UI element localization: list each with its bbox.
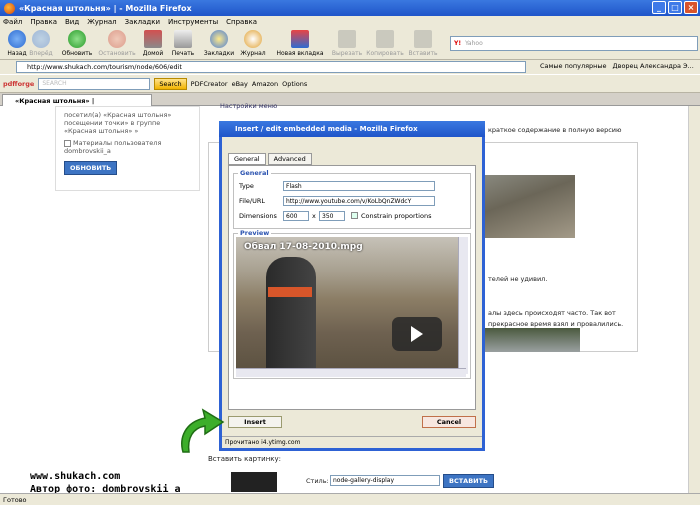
menu-bookmarks[interactable]: Закладки: [125, 18, 160, 26]
video-title: Обвал 17-08-2010.mpg: [244, 242, 363, 252]
status-bar: Готово: [0, 493, 700, 505]
thumbnail-image[interactable]: [231, 472, 277, 492]
type-select[interactable]: Flash: [283, 181, 435, 191]
menu-file[interactable]: Файл: [3, 18, 22, 26]
new-tab-icon: [291, 30, 309, 48]
insert-image-label: Вставить картинку:: [208, 455, 282, 463]
window-title: «Красная штольня» | - Mozilla Firefox: [19, 3, 192, 13]
bookmark-palace[interactable]: Дворец Александра Э...: [613, 62, 694, 70]
dialog-titlebar: Insert / edit embedded media - Mozilla F…: [219, 121, 485, 137]
orange-vest: [268, 287, 312, 297]
yahoo-search-input[interactable]: SEARCH: [38, 77, 151, 90]
content-photo-bottom: [470, 328, 580, 352]
clock-icon: [244, 30, 262, 48]
printer-icon: [174, 30, 192, 48]
forward-button[interactable]: Вперёд: [24, 30, 58, 57]
yahoo-toolbar: pdfforge SEARCH Search PDFCreator eBay A…: [0, 75, 700, 93]
person-figure: [266, 257, 316, 374]
scissors-icon: [338, 30, 356, 48]
insert-button[interactable]: Insert: [228, 416, 282, 428]
options-menu[interactable]: Options: [282, 80, 307, 88]
constrain-checkbox[interactable]: [351, 212, 358, 219]
preview-horizontal-scrollbar[interactable]: [236, 368, 466, 377]
style-select[interactable]: node-gallery-display: [330, 475, 440, 486]
copy-icon: [376, 30, 394, 48]
play-icon[interactable]: [392, 317, 442, 351]
content-photo: [480, 175, 575, 238]
cancel-button[interactable]: Cancel: [422, 416, 476, 428]
dialog-statusbar: Прочитано i4.ytimg.com: [222, 436, 482, 448]
settings-link[interactable]: Настройки меню: [220, 102, 277, 110]
menu-history[interactable]: Журнал: [87, 18, 116, 26]
menu-view[interactable]: Вид: [65, 18, 79, 26]
dialog-tabs: General Advanced: [228, 153, 312, 165]
menu-help[interactable]: Справка: [226, 18, 257, 26]
forward-arrow-icon: [32, 30, 50, 48]
home-icon: [144, 30, 162, 48]
green-arrow-icon: [181, 408, 225, 453]
paste-button[interactable]: Вставить: [406, 30, 440, 57]
preview-vertical-scrollbar[interactable]: [458, 237, 468, 374]
window-titlebar: «Красная штольня» | - Mozilla Firefox _ …: [0, 0, 700, 16]
stop-button[interactable]: Остановить: [98, 30, 136, 57]
file-url-input[interactable]: http://www.youtube.com/v/KoLbQnZWdcY: [283, 196, 435, 206]
url-field[interactable]: http://www.shukach.com/tourism/node/606/…: [16, 61, 526, 73]
materials-checkbox[interactable]: [64, 139, 71, 147]
firefox-icon: [4, 2, 15, 14]
video-preview[interactable]: Обвал 17-08-2010.mpg: [236, 237, 468, 374]
refresh-icon: [68, 30, 86, 48]
history-button[interactable]: Журнал: [236, 30, 270, 57]
height-input[interactable]: 350: [319, 211, 345, 221]
dialog-title: Insert / edit embedded media - Mozilla F…: [235, 125, 418, 133]
yahoo-engine-icon[interactable]: Y!: [454, 40, 461, 47]
pdfcreator-link[interactable]: PDFCreator: [191, 80, 228, 88]
print-button[interactable]: Печать: [166, 30, 200, 57]
menu-tools[interactable]: Инструменты: [168, 18, 218, 26]
minimize-button[interactable]: _: [652, 1, 666, 14]
home-button[interactable]: Домой: [136, 30, 170, 57]
close-button[interactable]: ×: [684, 1, 698, 14]
bookmark-most-popular[interactable]: Самые популярные: [540, 62, 607, 70]
tab-krasnaya-shtolnya[interactable]: «Красная штольня» |: [2, 94, 152, 106]
insert-image-button[interactable]: ВСТАВИТЬ: [443, 474, 494, 488]
cut-button[interactable]: Вырезать: [330, 30, 364, 57]
refresh-button[interactable]: Обновить: [60, 30, 94, 57]
navigation-toolbar: Назад Вперёд Обновить Остановить Домой П…: [0, 28, 700, 60]
width-input[interactable]: 600: [283, 211, 309, 221]
bookmarks-icon: [210, 30, 228, 48]
yahoo-search-button[interactable]: Search: [154, 77, 187, 90]
new-tab-button[interactable]: Новая вкладка: [275, 30, 325, 57]
stop-icon: [108, 30, 126, 48]
update-button[interactable]: ОБНОВИТЬ: [64, 161, 118, 175]
pdfforge-logo[interactable]: pdfforge: [3, 80, 34, 88]
amazon-link[interactable]: Amazon: [252, 80, 278, 88]
tab-strip: «Красная штольня» |: [0, 93, 700, 106]
page-scrollbar[interactable]: [688, 106, 700, 493]
bookmarks-button[interactable]: Закладки: [202, 30, 236, 57]
menu-edit[interactable]: Правка: [30, 18, 57, 26]
menu-bar: Файл Правка Вид Журнал Закладки Инструме…: [0, 16, 700, 28]
paste-icon: [414, 30, 432, 48]
summary-hint[interactable]: краткое содержание в полную версию: [488, 126, 621, 134]
maximize-button[interactable]: □: [668, 1, 682, 14]
user-sidebar-block: посетил(а) «Красная штольня» посещении т…: [55, 106, 200, 191]
copy-button[interactable]: Копировать: [366, 30, 404, 57]
tab-advanced[interactable]: Advanced: [267, 153, 312, 165]
address-toolbar: http://www.shukach.com/tourism/node/606/…: [0, 60, 700, 74]
tab-general[interactable]: General: [228, 153, 266, 165]
ebay-link[interactable]: eBay: [232, 80, 248, 88]
search-input[interactable]: Y! Yahoo: [450, 36, 698, 51]
